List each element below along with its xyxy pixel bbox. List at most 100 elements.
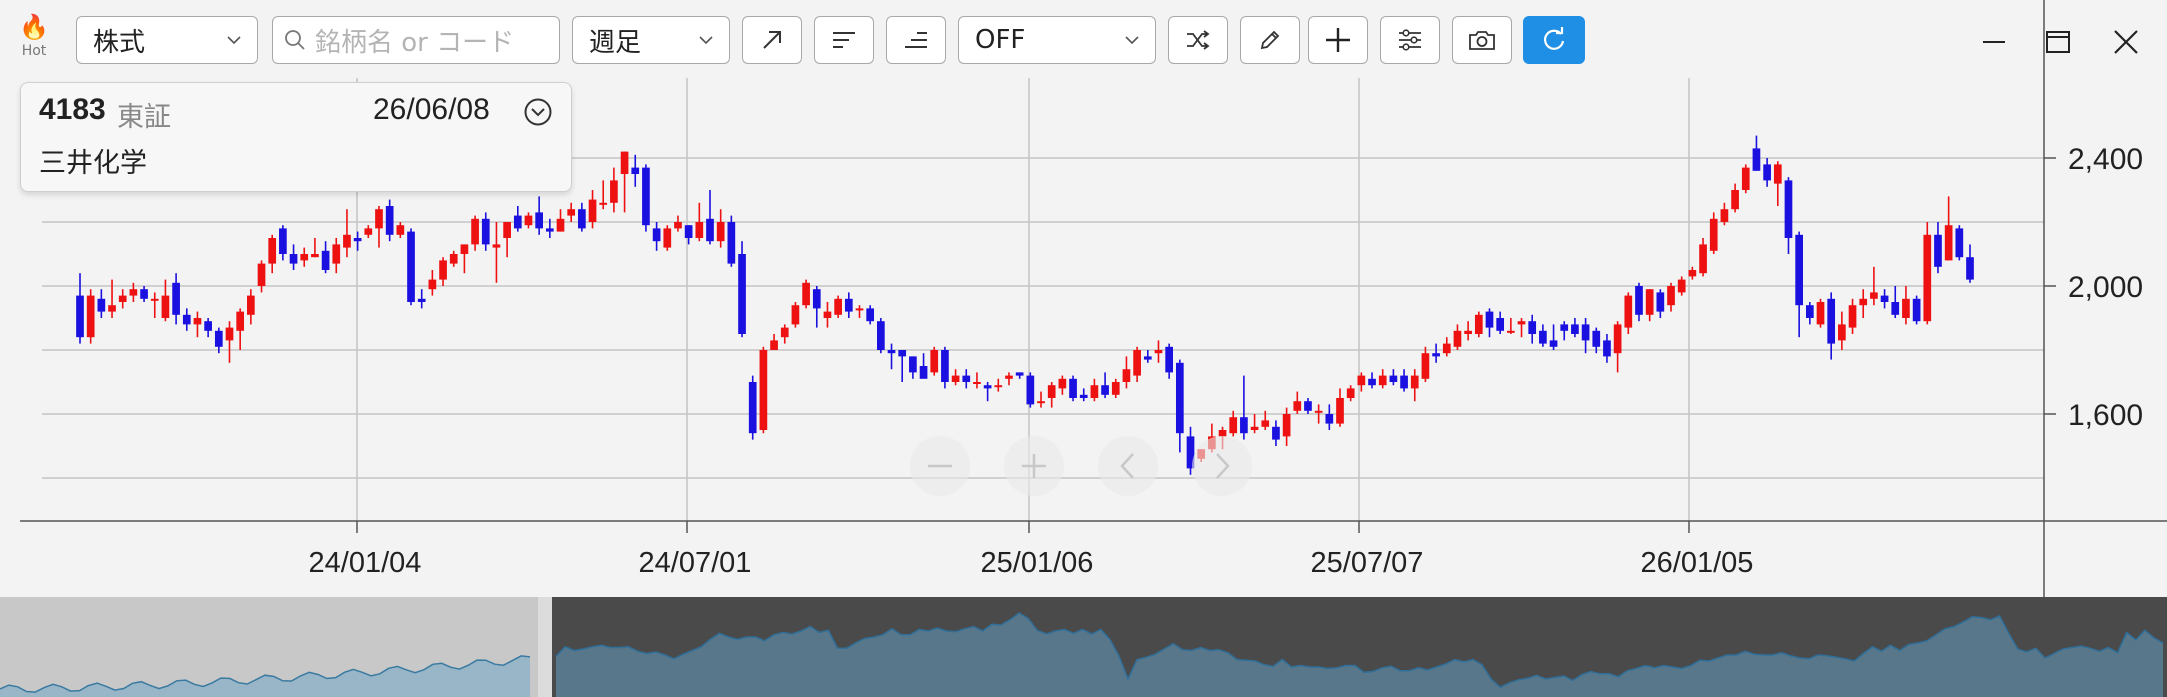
hot-button[interactable]: 🔥 Hot bbox=[14, 12, 54, 68]
settings-button[interactable] bbox=[1380, 16, 1440, 64]
search-input[interactable]: 銘柄名 or コード bbox=[272, 16, 560, 64]
candle-body-down bbox=[983, 385, 992, 389]
candle-body-up bbox=[1870, 292, 1878, 299]
candle-body-up bbox=[375, 209, 383, 229]
refresh-button[interactable] bbox=[1523, 16, 1585, 64]
candle-body-down bbox=[76, 295, 84, 338]
x-tick-label: 25/07/07 bbox=[1311, 547, 1424, 579]
candle-body-up bbox=[1229, 417, 1238, 434]
close-button[interactable] bbox=[2104, 20, 2148, 64]
plus-icon bbox=[1326, 28, 1350, 52]
indicator-select[interactable]: OFF bbox=[958, 16, 1156, 64]
candle-body-up bbox=[503, 222, 511, 238]
candle-body-up bbox=[129, 289, 138, 296]
range-navigator[interactable] bbox=[0, 597, 2167, 697]
chevron-right-control[interactable] bbox=[1192, 436, 1252, 496]
candle-body-down bbox=[866, 308, 875, 322]
candle-body-down bbox=[909, 356, 917, 373]
add-button[interactable] bbox=[1308, 16, 1368, 64]
trend-line-button[interactable] bbox=[742, 16, 802, 64]
candle-body-down bbox=[1912, 298, 1921, 322]
period-select-value: 週足 bbox=[589, 27, 642, 58]
candle-body-up bbox=[1314, 410, 1323, 413]
candle-body-down bbox=[1272, 426, 1280, 440]
candle-body-up bbox=[428, 279, 437, 290]
period-select[interactable]: 週足 bbox=[572, 16, 730, 64]
navigator-handle[interactable] bbox=[538, 597, 552, 697]
candle-body-down bbox=[1496, 318, 1505, 331]
candle-body-down bbox=[1432, 353, 1440, 357]
candle-body-up bbox=[1667, 286, 1675, 306]
screenshot-button[interactable] bbox=[1452, 16, 1512, 64]
minimize-button[interactable] bbox=[1972, 20, 2016, 64]
maximize-button[interactable] bbox=[2036, 20, 2080, 64]
candle-body-up bbox=[247, 295, 255, 315]
candle-body-down bbox=[631, 167, 640, 174]
candle-body-down bbox=[1934, 234, 1942, 267]
candle-body-down bbox=[289, 254, 298, 264]
candle-body-up bbox=[236, 311, 245, 331]
candle-body-down bbox=[1603, 340, 1611, 357]
candle-body-down bbox=[1955, 228, 1964, 258]
candle-body-up bbox=[1261, 420, 1270, 427]
candle-body-up bbox=[951, 375, 960, 382]
market-select-value: 株式 bbox=[93, 27, 146, 58]
x-tick-label: 26/01/05 bbox=[1641, 547, 1754, 579]
pencil-button[interactable] bbox=[1240, 16, 1300, 64]
hot-label: Hot bbox=[21, 43, 47, 59]
candle-body-up bbox=[834, 298, 842, 315]
candle-body-down bbox=[279, 228, 287, 254]
candle-body-up bbox=[300, 254, 309, 261]
search-icon bbox=[285, 30, 305, 50]
candle-body-down bbox=[1795, 234, 1803, 306]
candle-body-down bbox=[1592, 330, 1601, 347]
candle-body-down bbox=[748, 382, 757, 434]
candle-body-down bbox=[1026, 375, 1035, 405]
candle-body-up bbox=[1677, 279, 1686, 293]
candle-body-down bbox=[1165, 346, 1173, 373]
candle-body-up bbox=[492, 244, 501, 248]
candle-body-down bbox=[962, 375, 971, 382]
candle-body-up bbox=[1453, 330, 1462, 347]
candle-body-down bbox=[1240, 417, 1248, 434]
candle-body-up bbox=[930, 350, 939, 373]
candle-body-down bbox=[1880, 295, 1889, 302]
x-tick-label: 25/01/06 bbox=[981, 547, 1094, 579]
candle-body-up bbox=[311, 254, 319, 258]
candle-body-up bbox=[1838, 324, 1846, 341]
align-right-button[interactable] bbox=[886, 16, 946, 64]
candle-body-down bbox=[1827, 298, 1836, 344]
candle-body-up bbox=[118, 295, 127, 302]
chevron-circle-down-icon[interactable] bbox=[523, 97, 553, 127]
market-select[interactable]: 株式 bbox=[76, 16, 258, 64]
candle-body-up bbox=[1902, 298, 1910, 318]
candle-body-up bbox=[1741, 167, 1750, 190]
candle-body-down bbox=[481, 218, 490, 245]
chevron-down-icon bbox=[699, 36, 713, 45]
candle-body-up bbox=[674, 222, 682, 229]
candle-body-up bbox=[973, 382, 981, 384]
x-tick-label: 24/01/04 bbox=[309, 547, 422, 579]
candle-body-down bbox=[727, 222, 736, 264]
candle-body-down bbox=[1485, 311, 1494, 328]
exchange-label: 東証 bbox=[117, 102, 171, 133]
candle-body-down bbox=[417, 298, 426, 302]
candle-body-up bbox=[1282, 414, 1291, 437]
candle-body-down bbox=[172, 282, 180, 315]
candle-body-up bbox=[1699, 244, 1707, 274]
candle-body-up bbox=[1859, 298, 1868, 306]
shuffle-button[interactable] bbox=[1168, 16, 1228, 64]
align-left-button[interactable] bbox=[814, 16, 874, 64]
candle-body-down bbox=[578, 209, 586, 229]
candle-body-down bbox=[1175, 362, 1184, 434]
candle-body-up bbox=[332, 244, 341, 264]
candle-body-down bbox=[1528, 321, 1537, 334]
x-tick-label: 24/07/01 bbox=[639, 547, 752, 579]
chevron-left-control[interactable] bbox=[1098, 436, 1158, 496]
candle-body-up bbox=[1848, 305, 1857, 328]
candle-body-up bbox=[1421, 353, 1430, 379]
candle-body-up bbox=[1613, 324, 1622, 354]
candle-body-up bbox=[1047, 385, 1056, 398]
candle-body-down bbox=[140, 289, 148, 299]
flame-icon: 🔥 bbox=[19, 13, 49, 41]
